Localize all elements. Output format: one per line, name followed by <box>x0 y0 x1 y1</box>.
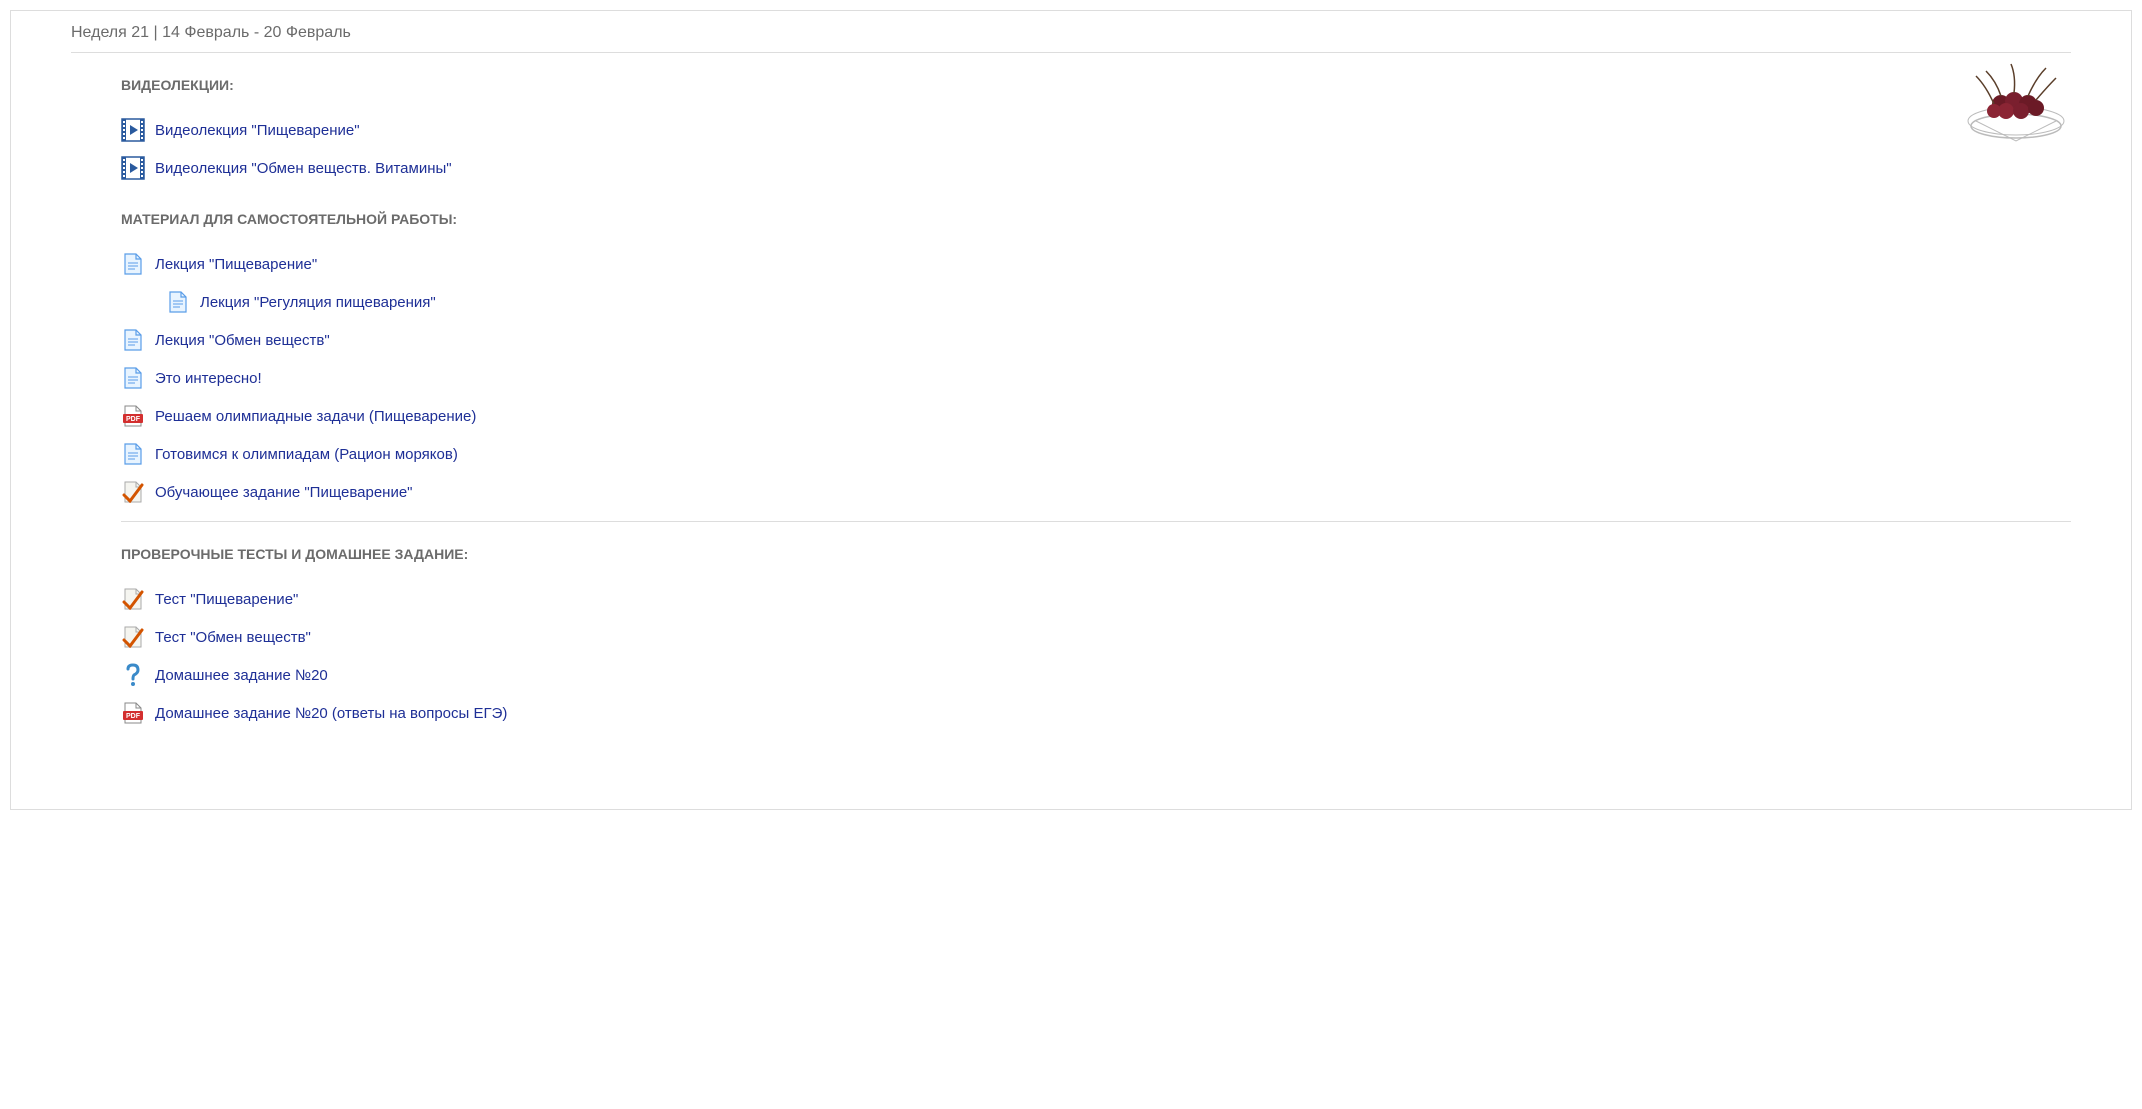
test-link[interactable]: Тест "Обмен веществ" <box>155 629 311 646</box>
video-item[interactable]: Видеолекция "Пищеварение" <box>26 111 2116 149</box>
question-icon <box>121 663 145 687</box>
document-icon <box>121 442 145 466</box>
svg-text:PDF: PDF <box>126 713 141 720</box>
material-item[interactable]: Лекция "Обмен веществ" <box>26 321 2116 359</box>
document-icon <box>121 366 145 390</box>
video-link[interactable]: Видеолекция "Пищеварение" <box>155 122 360 139</box>
material-item[interactable]: PDF Решаем олимпиадные задачи (Пищеварен… <box>26 397 2116 435</box>
test-link[interactable]: Тест "Пищеварение" <box>155 591 298 608</box>
quiz-icon <box>121 625 145 649</box>
test-item[interactable]: Домашнее задание №20 <box>26 656 2116 694</box>
material-item[interactable]: Обучающее задание "Пищеварение" <box>26 473 2116 511</box>
video-item[interactable]: Видеолекция "Обмен веществ. Витамины" <box>26 149 2116 187</box>
video-link[interactable]: Видеолекция "Обмен веществ. Витамины" <box>155 160 452 177</box>
material-link[interactable]: Готовимся к олимпиадам (Рацион моряков) <box>155 446 458 463</box>
quiz-icon <box>121 480 145 504</box>
decorative-image <box>1956 56 2076 146</box>
material-link[interactable]: Лекция "Пищеварение" <box>155 256 317 273</box>
material-link[interactable]: Это интересно! <box>155 370 262 387</box>
video-icon <box>121 118 145 142</box>
week-container: Неделя 21 | 14 Февраль - 20 Февраль ВИДЕ… <box>10 10 2132 810</box>
material-item[interactable]: Лекция "Регуляция пищеварения" <box>26 283 2116 321</box>
material-item[interactable]: Готовимся к олимпиадам (Рацион моряков) <box>26 435 2116 473</box>
material-item[interactable]: Это интересно! <box>26 359 2116 397</box>
test-link[interactable]: Домашнее задание №20 <box>155 667 328 684</box>
section-heading-tests: ПРОВЕРОЧНЫЕ ТЕСТЫ И ДОМАШНЕЕ ЗАДАНИЕ: <box>26 522 2116 580</box>
material-link[interactable]: Лекция "Регуляция пищеварения" <box>200 294 436 311</box>
section-heading-materials: МАТЕРИАЛ ДЛЯ САМОСТОЯТЕЛЬНОЙ РАБОТЫ: <box>26 187 2116 245</box>
week-title: Неделя 21 | 14 Февраль - 20 Февраль <box>26 19 2116 52</box>
document-icon <box>121 328 145 352</box>
section-heading-videos: ВИДЕОЛЕКЦИИ: <box>26 53 2116 111</box>
material-link[interactable]: Лекция "Обмен веществ" <box>155 332 330 349</box>
document-icon <box>166 290 190 314</box>
test-link[interactable]: Домашнее задание №20 (ответы на вопросы … <box>155 705 507 722</box>
test-item[interactable]: PDF Домашнее задание №20 (ответы на вопр… <box>26 694 2116 732</box>
test-item[interactable]: Тест "Пищеварение" <box>26 580 2116 618</box>
pdf-icon: PDF <box>121 404 145 428</box>
video-icon <box>121 156 145 180</box>
quiz-icon <box>121 587 145 611</box>
svg-text:PDF: PDF <box>126 416 141 423</box>
material-item[interactable]: Лекция "Пищеварение" <box>26 245 2116 283</box>
material-link[interactable]: Решаем олимпиадные задачи (Пищеварение) <box>155 408 476 425</box>
document-icon <box>121 252 145 276</box>
test-item[interactable]: Тест "Обмен веществ" <box>26 618 2116 656</box>
pdf-icon: PDF <box>121 701 145 725</box>
material-link[interactable]: Обучающее задание "Пищеварение" <box>155 484 413 501</box>
